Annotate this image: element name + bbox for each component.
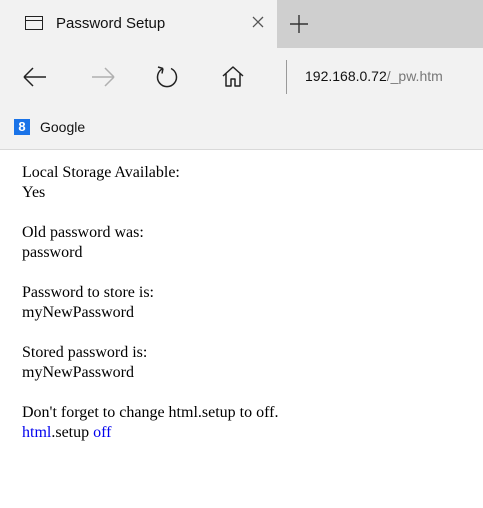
close-icon bbox=[252, 16, 264, 28]
new-tab-button[interactable] bbox=[285, 10, 313, 38]
address-path: /_pw.htm bbox=[386, 68, 443, 84]
stored-password-value: myNewPassword bbox=[22, 364, 134, 381]
old-password-label: Old password was: bbox=[22, 224, 144, 241]
reminder-section: Don't forget to change html.setup to off… bbox=[22, 403, 472, 443]
html-link[interactable]: html bbox=[22, 424, 51, 441]
reminder-text: Don't forget to change html.setup to off… bbox=[22, 404, 279, 421]
favorites-bar: 8 Google bbox=[0, 106, 483, 150]
address-host: 192.168.0.72 bbox=[305, 68, 387, 84]
close-tab-button[interactable] bbox=[246, 10, 270, 34]
back-button[interactable] bbox=[20, 62, 50, 92]
home-icon bbox=[222, 66, 244, 87]
old-password-value: password bbox=[22, 244, 83, 261]
stored-password-section: Stored password is: myNewPassword bbox=[22, 343, 472, 383]
refresh-icon bbox=[156, 66, 178, 88]
local-storage-label: Local Storage Available: bbox=[22, 164, 180, 181]
local-storage-section: Local Storage Available: Yes bbox=[22, 163, 472, 203]
toolbar-divider bbox=[286, 60, 287, 94]
home-button[interactable] bbox=[218, 62, 248, 92]
navigation-bar: 192.168.0.72/_pw.htm bbox=[0, 48, 483, 106]
off-link[interactable]: off bbox=[93, 424, 111, 441]
tab-password-setup[interactable]: Password Setup bbox=[0, 0, 277, 48]
forward-button[interactable] bbox=[88, 62, 118, 92]
password-to-store-value: myNewPassword bbox=[22, 304, 134, 321]
setup-line: html.setup off bbox=[22, 423, 472, 443]
local-storage-value: Yes bbox=[22, 184, 46, 201]
page-icon bbox=[25, 16, 43, 30]
tab-title: Password Setup bbox=[56, 15, 166, 32]
password-to-store-label: Password to store is: bbox=[22, 284, 154, 301]
favorite-label: Google bbox=[40, 119, 86, 135]
page-content: Local Storage Available: Yes Old passwor… bbox=[22, 163, 472, 463]
plus-icon bbox=[290, 15, 308, 33]
arrow-left-icon bbox=[23, 67, 46, 87]
setup-text: .setup bbox=[51, 424, 94, 441]
password-to-store-section: Password to store is: myNewPassword bbox=[22, 283, 472, 323]
tab-strip: Password Setup bbox=[0, 0, 483, 48]
stored-password-label: Stored password is: bbox=[22, 344, 148, 361]
old-password-section: Old password was: password bbox=[22, 223, 472, 263]
refresh-button[interactable] bbox=[152, 62, 182, 92]
address-bar[interactable]: 192.168.0.72/_pw.htm bbox=[305, 68, 443, 84]
google-icon: 8 bbox=[14, 119, 30, 135]
arrow-right-icon bbox=[92, 67, 115, 87]
